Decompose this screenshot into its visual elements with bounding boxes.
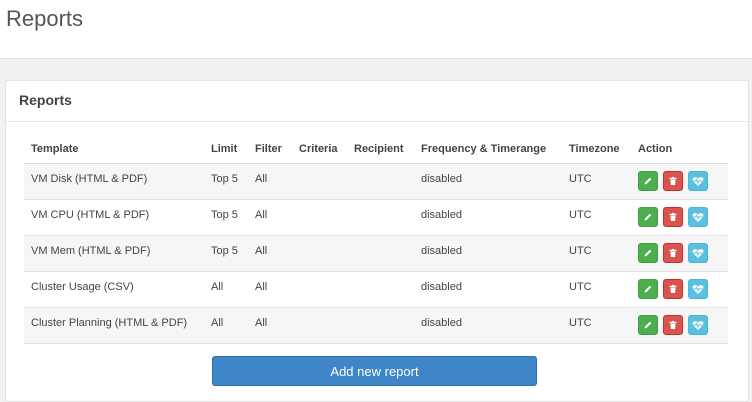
heartbeat-button[interactable]	[688, 171, 708, 191]
delete-button[interactable]	[663, 207, 683, 227]
cell-timezone: UTC	[569, 281, 592, 293]
cell-filter: All	[255, 281, 268, 293]
row-actions	[638, 243, 708, 263]
edit-button[interactable]	[638, 279, 658, 299]
header-timezone[interactable]: Timezone	[569, 136, 620, 162]
header-filter[interactable]: Filter	[255, 136, 282, 162]
heartbeat-icon	[692, 176, 704, 186]
delete-button[interactable]	[663, 315, 683, 335]
cell-frequency: disabled	[421, 209, 462, 221]
heartbeat-icon	[692, 320, 704, 330]
header-limit[interactable]: Limit	[211, 136, 237, 162]
cell-limit: Top 5	[211, 245, 238, 257]
cell-template: Cluster Planning (HTML & PDF)	[31, 317, 188, 329]
pencil-icon	[644, 249, 652, 257]
cell-limit: All	[211, 317, 224, 329]
heartbeat-button[interactable]	[688, 315, 708, 335]
pencil-icon	[644, 321, 652, 329]
table-row: Cluster Usage (CSV) All All disabled UTC	[24, 272, 728, 308]
edit-button[interactable]	[638, 207, 658, 227]
table-row: VM CPU (HTML & PDF) Top 5 All disabled U…	[24, 200, 728, 236]
trash-icon	[669, 248, 677, 257]
cell-limit: All	[211, 281, 224, 293]
pencil-icon	[644, 213, 652, 221]
cell-template: VM CPU (HTML & PDF)	[31, 209, 150, 221]
cell-template: VM Disk (HTML & PDF)	[31, 173, 148, 185]
cell-timezone: UTC	[569, 317, 592, 329]
page-title: Reports	[6, 6, 84, 31]
cell-timezone: UTC	[569, 173, 592, 185]
page-header: Reports	[0, 0, 752, 59]
panel-title: Reports	[19, 92, 72, 108]
cell-filter: All	[255, 317, 268, 329]
panel-divider	[6, 121, 748, 122]
heartbeat-icon	[692, 284, 704, 294]
header-criteria[interactable]: Criteria	[299, 136, 338, 162]
header-recipient[interactable]: Recipient	[354, 136, 404, 162]
trash-icon	[669, 284, 677, 293]
header-frequency[interactable]: Frequency & Timerange	[421, 136, 546, 162]
delete-button[interactable]	[663, 279, 683, 299]
table-row: Cluster Planning (HTML & PDF) All All di…	[24, 308, 728, 344]
row-actions	[638, 315, 708, 335]
heartbeat-icon	[692, 212, 704, 222]
add-new-report-button[interactable]: Add new report	[212, 356, 537, 386]
cell-limit: Top 5	[211, 209, 238, 221]
cell-filter: All	[255, 245, 268, 257]
pencil-icon	[644, 177, 652, 185]
pencil-icon	[644, 285, 652, 293]
cell-filter: All	[255, 209, 268, 221]
cell-filter: All	[255, 173, 268, 185]
cell-template: Cluster Usage (CSV)	[31, 281, 134, 293]
table-row: VM Disk (HTML & PDF) Top 5 All disabled …	[24, 164, 728, 200]
delete-button[interactable]	[663, 171, 683, 191]
reports-table: Template Limit Filter Criteria Recipient…	[24, 136, 728, 344]
heartbeat-button[interactable]	[688, 207, 708, 227]
cell-timezone: UTC	[569, 209, 592, 221]
header-action: Action	[638, 143, 673, 155]
edit-button[interactable]	[638, 171, 658, 191]
row-actions	[638, 207, 708, 227]
heartbeat-button[interactable]	[688, 279, 708, 299]
cell-frequency: disabled	[421, 173, 462, 185]
cell-timezone: UTC	[569, 245, 592, 257]
cell-frequency: disabled	[421, 317, 462, 329]
cell-frequency: disabled	[421, 245, 462, 257]
heartbeat-icon	[692, 248, 704, 258]
table-body: VM Disk (HTML & PDF) Top 5 All disabled …	[24, 164, 728, 344]
table-row: VM Mem (HTML & PDF) Top 5 All disabled U…	[24, 236, 728, 272]
row-actions	[638, 171, 708, 191]
trash-icon	[669, 212, 677, 221]
cell-frequency: disabled	[421, 281, 462, 293]
table-header-row: Template Limit Filter Criteria Recipient…	[24, 136, 728, 164]
header-template[interactable]: Template	[31, 136, 78, 162]
reports-panel: Reports Template Limit Filter Criteria R…	[5, 80, 749, 402]
trash-icon	[669, 176, 677, 185]
cell-limit: Top 5	[211, 173, 238, 185]
delete-button[interactable]	[663, 243, 683, 263]
edit-button[interactable]	[638, 315, 658, 335]
edit-button[interactable]	[638, 243, 658, 263]
heartbeat-button[interactable]	[688, 243, 708, 263]
row-actions	[638, 279, 708, 299]
cell-template: VM Mem (HTML & PDF)	[31, 245, 151, 257]
trash-icon	[669, 320, 677, 329]
